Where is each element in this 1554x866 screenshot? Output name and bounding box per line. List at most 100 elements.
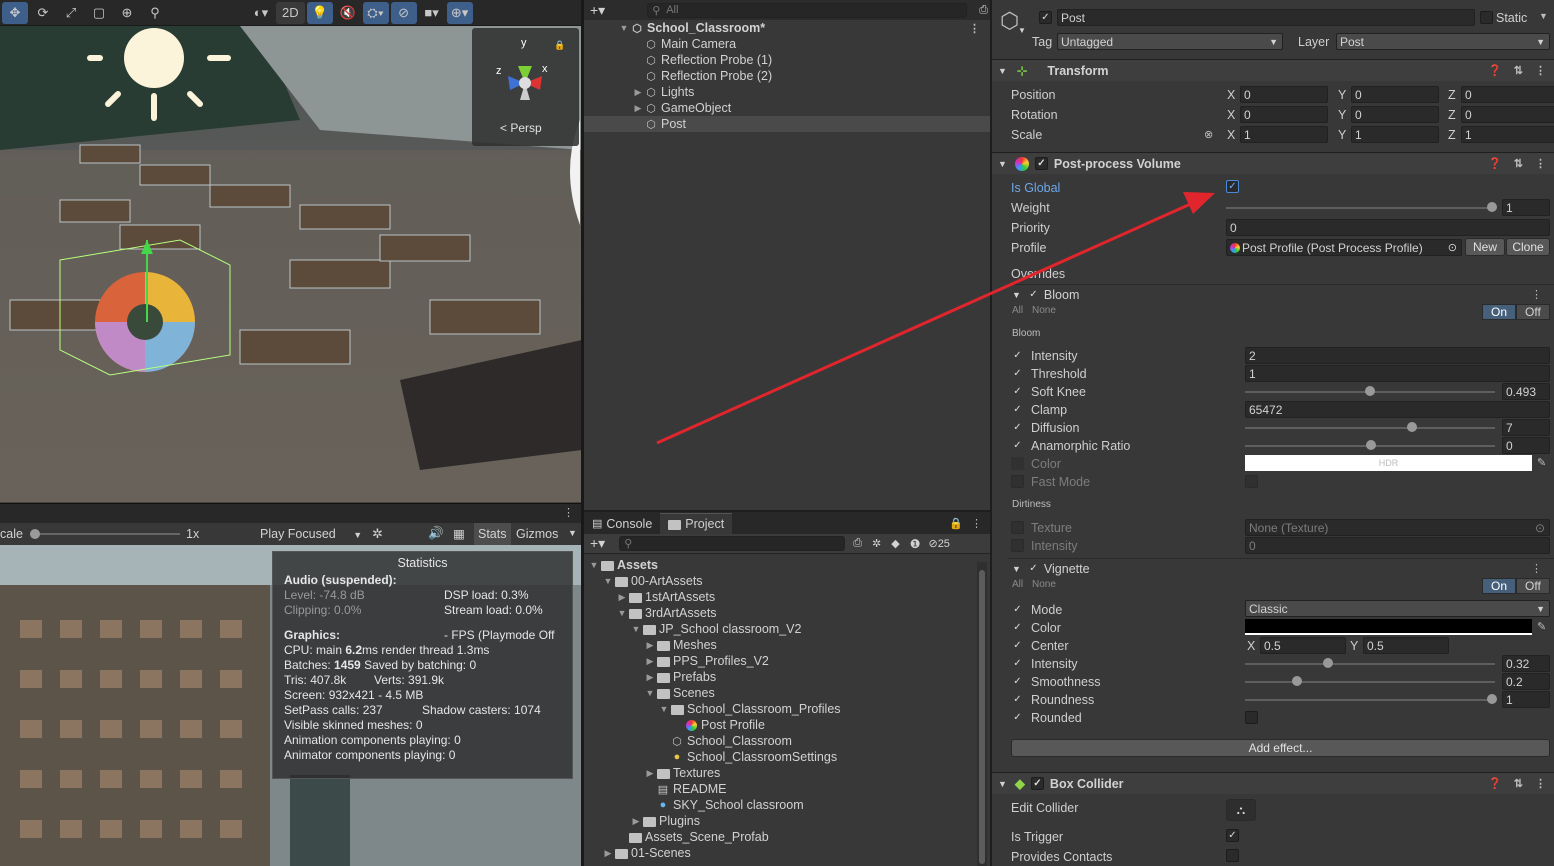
expand-arrow-icon[interactable]: ▼ bbox=[644, 688, 656, 698]
component-menu-icon[interactable]: ⋮ bbox=[1535, 777, 1546, 790]
project-tree-item[interactable]: ▼ Scenes bbox=[584, 685, 974, 701]
add-object-icon[interactable]: +▾ bbox=[590, 2, 605, 19]
presets-icon[interactable]: ⇅ bbox=[1514, 64, 1523, 77]
bloom-softknee-field[interactable]: 0.493 bbox=[1502, 383, 1550, 400]
transform-y-field[interactable]: 0 bbox=[1351, 86, 1439, 103]
bloom-none-toggle[interactable]: None bbox=[1032, 305, 1056, 316]
bloom-off-button[interactable]: Off bbox=[1516, 304, 1550, 320]
hierarchy-item[interactable]: ▶ ⬡ Lights bbox=[584, 84, 990, 100]
presets-icon[interactable]: ⇅ bbox=[1514, 777, 1523, 790]
object-name-field[interactable]: Post bbox=[1057, 9, 1475, 26]
help-icon[interactable]: ❓ bbox=[1488, 157, 1502, 170]
bloom-softknee-knob[interactable] bbox=[1365, 386, 1375, 396]
axis-x-label[interactable]: X bbox=[1227, 88, 1235, 102]
expand-arrow-icon[interactable]: ▼ bbox=[616, 608, 628, 618]
custom-tool-icon[interactable]: ⚲ bbox=[142, 2, 168, 24]
is-global-checkbox[interactable]: ✓ bbox=[1226, 180, 1239, 193]
project-tree-item[interactable]: ● SKY_School classroom bbox=[584, 797, 974, 813]
project-tree-item[interactable]: ▶ Prefabs bbox=[584, 669, 974, 685]
project-tree-item[interactable]: ● School_ClassroomSettings bbox=[584, 749, 974, 765]
orientation-gizmo[interactable]: y x z < Persp 🔒 bbox=[472, 28, 579, 146]
project-tree-item[interactable]: ▶ Textures bbox=[584, 765, 974, 781]
collapse-arrow-icon[interactable]: ▼ bbox=[998, 159, 1007, 169]
bloom-diffusion-knob[interactable] bbox=[1407, 422, 1417, 432]
tab-console[interactable]: ▤ Console bbox=[584, 513, 660, 534]
vignette-smoothness-checkbox[interactable]: ✓ bbox=[1011, 675, 1024, 688]
presets-icon[interactable]: ⇅ bbox=[1514, 157, 1523, 170]
layer-dropdown[interactable]: Post ▼ bbox=[1336, 33, 1550, 50]
box-collider-header[interactable]: ▼ ◆ ✓ Box Collider ❓ ⇅ ⋮ bbox=[992, 772, 1554, 794]
vignette-on-button[interactable]: On bbox=[1482, 578, 1517, 594]
expand-arrow-icon[interactable]: ▶ bbox=[632, 103, 644, 114]
projection-toggle[interactable]: < Persp bbox=[500, 121, 542, 135]
stats-button[interactable]: Stats bbox=[474, 523, 511, 545]
vignette-smoothness-slider[interactable] bbox=[1245, 681, 1495, 683]
vignette-off-button[interactable]: Off bbox=[1516, 578, 1550, 594]
transform-x-field[interactable]: 1 bbox=[1240, 126, 1328, 143]
move-tool-icon[interactable]: ✥ bbox=[2, 1, 28, 24]
expand-arrow-icon[interactable]: ▶ bbox=[632, 87, 644, 98]
weight-slider-knob[interactable] bbox=[1487, 202, 1497, 212]
edit-collider-button[interactable]: ⛬ bbox=[1226, 799, 1256, 821]
vignette-center-checkbox[interactable]: ✓ bbox=[1011, 639, 1024, 652]
bloom-clamp-field[interactable]: 65472 bbox=[1245, 401, 1550, 418]
project-tree-item[interactable]: ▶ PPS_Profiles_V2 bbox=[584, 653, 974, 669]
rotate-tool-icon[interactable]: ⟳ bbox=[30, 2, 56, 24]
tag-dropdown[interactable]: Untagged ▼ bbox=[1057, 33, 1283, 50]
transform-y-field[interactable]: 1 bbox=[1351, 126, 1439, 143]
bloom-intensity-checkbox[interactable]: ✓ bbox=[1011, 349, 1024, 362]
transform-header[interactable]: ▼ ⊹ Transform ❓ ⇅ ⋮ bbox=[992, 59, 1554, 81]
project-tree-item[interactable]: ▤ README bbox=[584, 781, 974, 797]
transform-x-field[interactable]: 0 bbox=[1240, 86, 1328, 103]
vignette-color-swatch[interactable] bbox=[1245, 619, 1532, 635]
vignette-intensity-field[interactable]: 0.32 bbox=[1502, 655, 1550, 672]
scene-root-row[interactable]: ▼ ⬡ School_Classroom* ⋮ bbox=[584, 20, 990, 36]
bloom-diffusion-field[interactable]: 7 bbox=[1502, 419, 1550, 436]
expand-arrow-icon[interactable]: ▼ bbox=[630, 624, 642, 634]
bloom-onoff-toggle[interactable]: On Off bbox=[1482, 304, 1550, 320]
ppv-enabled-checkbox[interactable]: ✓ bbox=[1034, 157, 1048, 170]
axis-z-label[interactable]: Z bbox=[1448, 108, 1456, 122]
add-effect-button[interactable]: Add effect... bbox=[1011, 739, 1550, 757]
search-options-icon[interactable]: ⎙ bbox=[979, 4, 988, 17]
scene-view[interactable]: ✥ ⟳ ⤢ ▢ ⊕ ⚲ ◐▾ 2D 💡 🔇 ⛭▾ ⊘ ■▾ ⊕▾ y x z <… bbox=[0, 0, 582, 503]
bloom-threshold-field[interactable]: 1 bbox=[1245, 365, 1550, 382]
gizmos-dropdown-icon[interactable]: ▼ bbox=[568, 528, 577, 538]
axis-z-label[interactable]: Z bbox=[1448, 88, 1456, 102]
expand-arrow-icon[interactable]: ▼ bbox=[658, 704, 670, 714]
bloom-diffusion-checkbox[interactable]: ✓ bbox=[1011, 421, 1024, 434]
dirt-intensity-checkbox[interactable] bbox=[1011, 539, 1024, 552]
priority-field[interactable]: 0 bbox=[1226, 219, 1550, 236]
vignette-smoothness-knob[interactable] bbox=[1292, 676, 1302, 686]
component-menu-icon[interactable]: ⋮ bbox=[1535, 157, 1546, 170]
expand-arrow-icon[interactable]: ▼ bbox=[588, 560, 600, 570]
bloom-color-checkbox[interactable] bbox=[1011, 457, 1024, 470]
vignette-rounded-override-checkbox[interactable]: ✓ bbox=[1011, 711, 1024, 724]
bloom-intensity-field[interactable]: 2 bbox=[1245, 347, 1550, 364]
clone-profile-button[interactable]: Clone bbox=[1506, 238, 1550, 256]
vignette-intensity-checkbox[interactable]: ✓ bbox=[1011, 657, 1024, 670]
collapse-arrow-icon[interactable]: ▼ bbox=[1012, 290, 1021, 300]
vignette-center-x-field[interactable]: 0.5 bbox=[1260, 637, 1346, 654]
active-checkbox[interactable]: ✓ bbox=[1039, 11, 1052, 24]
hierarchy-search-input[interactable]: ⚲ All bbox=[647, 2, 968, 18]
expand-arrow-icon[interactable]: ▶ bbox=[644, 672, 656, 683]
bloom-threshold-checkbox[interactable]: ✓ bbox=[1011, 367, 1024, 380]
search-by-label-icon[interactable]: ✲ bbox=[872, 537, 881, 550]
static-dropdown-icon[interactable]: ▼ bbox=[1539, 11, 1548, 21]
vignette-roundness-slider[interactable] bbox=[1245, 699, 1495, 701]
is-trigger-checkbox[interactable]: ✓ bbox=[1226, 829, 1239, 842]
vignette-center-y-field[interactable]: 0.5 bbox=[1363, 637, 1449, 654]
color-picker-icon[interactable]: ✎ bbox=[1537, 620, 1546, 633]
object-picker-icon[interactable]: ⊙ bbox=[1448, 241, 1457, 254]
rect-tool-icon[interactable]: ▢ bbox=[86, 2, 112, 24]
tag-icon[interactable]: ◆ bbox=[891, 537, 899, 550]
help-icon[interactable]: ❓ bbox=[1488, 777, 1502, 790]
transform-z-field[interactable]: 0 bbox=[1461, 86, 1554, 103]
visibility-toggle-icon[interactable]: ⊘ bbox=[390, 1, 417, 24]
weight-field[interactable]: 1 bbox=[1502, 199, 1550, 216]
kebab-menu-icon[interactable]: ⋮ bbox=[563, 506, 574, 519]
lighting-toggle-icon[interactable]: 💡 bbox=[306, 1, 333, 24]
collapse-arrow-icon[interactable]: ▼ bbox=[1012, 564, 1021, 574]
scale-slider[interactable] bbox=[30, 533, 180, 535]
